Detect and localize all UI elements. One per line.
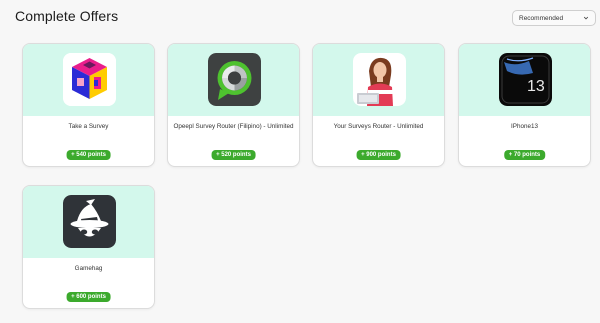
- points-badge: + 70 points: [503, 150, 546, 160]
- iphone-number-label: 13: [527, 78, 545, 95]
- gamehag-wizard-icon: [63, 195, 116, 248]
- points-badge: + 520 points: [211, 150, 256, 160]
- woman-laptop-photo: [353, 53, 406, 106]
- offer-card-opeepl[interactable]: Opeepl Survey Router (Filipino) - Unlimi…: [167, 43, 300, 167]
- chevron-down-icon: [583, 16, 589, 20]
- qmee-cube-icon: [63, 53, 116, 106]
- offer-name: Opeepl Survey Router (Filipino) - Unlimi…: [173, 123, 294, 130]
- opeepl-chat-ring-icon: [208, 53, 261, 106]
- offer-name: Gamehag: [74, 265, 103, 272]
- offer-card-iphone13[interactable]: 13 IPhone13 + 70 points: [458, 43, 591, 167]
- offer-card-take-a-survey[interactable]: Take a Survey + 540 points: [22, 43, 155, 167]
- offer-card-gamehag[interactable]: Gamehag + 600 points: [22, 185, 155, 309]
- points-badge: + 540 points: [66, 150, 111, 160]
- offer-name: Take a Survey: [68, 123, 109, 130]
- page-title: Complete Offers: [15, 8, 119, 24]
- offer-name: Your Surveys Router - Unlimited: [333, 123, 424, 130]
- sort-dropdown[interactable]: Recommended: [512, 10, 596, 26]
- offer-name: IPhone13: [511, 123, 538, 130]
- iphone13-icon: 13: [499, 53, 552, 106]
- points-badge: + 900 points: [356, 150, 401, 160]
- sort-selected-value: Recommended: [519, 14, 564, 22]
- offer-card-your-surveys[interactable]: Your Surveys Router - Unlimited + 900 po…: [312, 43, 445, 167]
- points-badge: + 600 points: [66, 292, 111, 302]
